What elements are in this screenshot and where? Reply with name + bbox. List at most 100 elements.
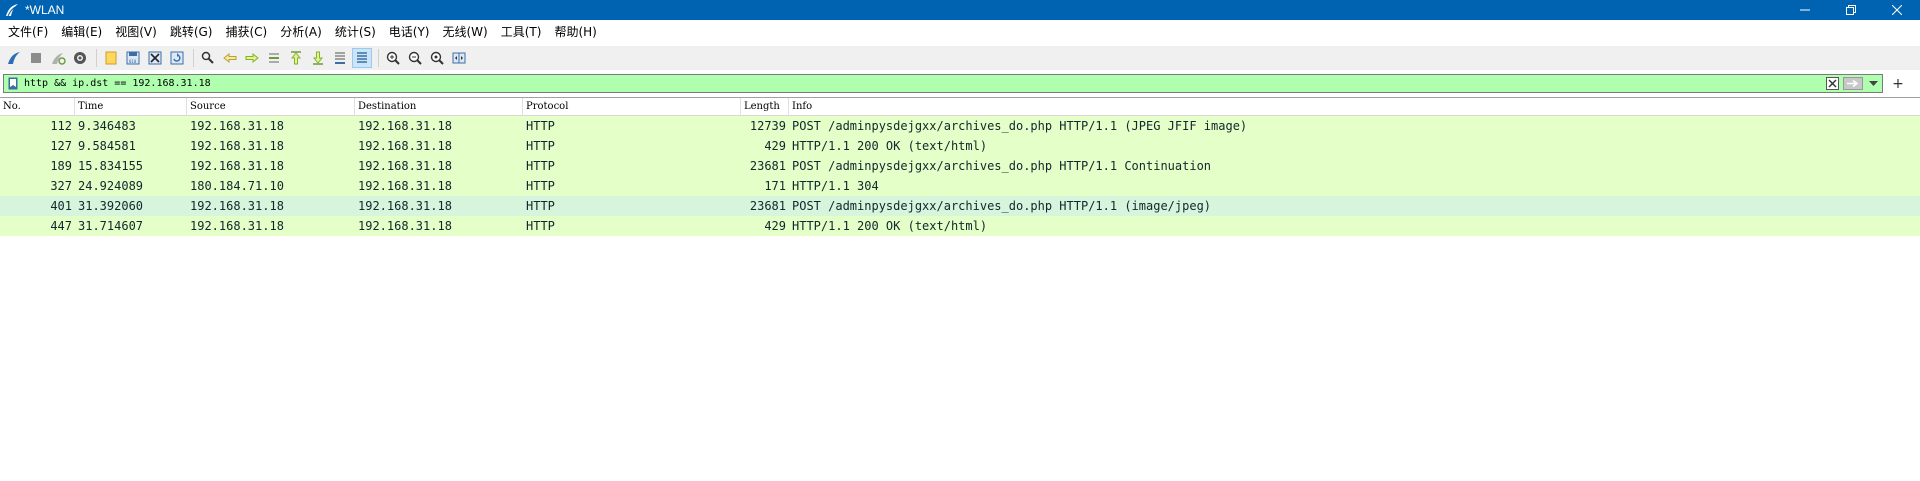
stop-square-icon[interactable] <box>26 48 46 68</box>
packet-row[interactable]: 447 31.714607 192.168.31.18 192.168.31.1… <box>0 216 1920 236</box>
colorize-icon[interactable] <box>352 48 372 68</box>
menu-analyze[interactable]: 分析(A) <box>275 23 327 40</box>
minimize-button[interactable] <box>1782 0 1828 20</box>
wireshark-logo-icon <box>5 3 19 17</box>
menu-edit[interactable]: 编辑(E) <box>56 23 107 40</box>
packet-destination: 192.168.31.18 <box>358 119 452 133</box>
toolbar-separator <box>193 49 194 67</box>
title-bar: *WLAN <box>0 0 1920 20</box>
packet-time: 31.714607 <box>78 219 144 233</box>
packet-row[interactable]: 189 15.834155 192.168.31.18 192.168.31.1… <box>0 156 1920 176</box>
restart-fin-icon[interactable] <box>48 48 68 68</box>
packet-info: HTTP/1.1 200 OK (text/html) <box>792 139 988 153</box>
packet-no: 401 <box>50 199 72 213</box>
go-back-icon[interactable] <box>220 48 240 68</box>
column-header-destination[interactable]: Destination <box>355 98 523 116</box>
column-header-length[interactable]: Length <box>741 98 789 116</box>
restore-button[interactable] <box>1828 0 1874 20</box>
filter-expression[interactable]: http && ip.dst == 192.168.31.18 <box>24 78 1824 89</box>
menu-view[interactable]: 视图(V) <box>110 23 162 40</box>
resize-columns-icon[interactable] <box>449 48 469 68</box>
packet-length: 23681 <box>749 199 786 213</box>
packet-length: 429 <box>764 139 786 153</box>
go-last-icon[interactable] <box>308 48 328 68</box>
packet-list: No. Time Source Destination Protocol Len… <box>0 97 1920 481</box>
packet-no: 189 <box>50 159 72 173</box>
packet-source: 192.168.31.18 <box>190 139 284 153</box>
packet-time: 24.924089 <box>78 179 144 193</box>
packet-destination: 192.168.31.18 <box>358 179 452 193</box>
packet-length: 23681 <box>749 159 786 173</box>
packet-protocol: HTTP <box>526 119 555 133</box>
toolbar-separator <box>378 49 379 67</box>
menu-help[interactable]: 帮助(H) <box>549 23 601 40</box>
packet-info: HTTP/1.1 304 <box>792 179 879 193</box>
display-filter-input[interactable]: http && ip.dst == 192.168.31.18 <box>3 74 1883 93</box>
packet-row[interactable]: 112 9.346483 192.168.31.18 192.168.31.18… <box>0 116 1920 136</box>
zoom-in-icon[interactable] <box>383 48 403 68</box>
find-packet-icon[interactable] <box>198 48 218 68</box>
menu-tools[interactable]: 工具(T) <box>496 23 547 40</box>
shark-fin-start-icon[interactable] <box>4 48 24 68</box>
menu-statistics[interactable]: 统计(S) <box>330 23 381 40</box>
packet-length: 171 <box>764 179 786 193</box>
go-first-icon[interactable] <box>286 48 306 68</box>
capture-options-icon[interactable] <box>70 48 90 68</box>
packet-destination: 192.168.31.18 <box>358 139 452 153</box>
packet-protocol: HTTP <box>526 219 555 233</box>
packet-row[interactable]: 327 24.924089 180.184.71.10 192.168.31.1… <box>0 176 1920 196</box>
bookmark-icon[interactable] <box>6 76 20 91</box>
menu-bar: 文件(F) 编辑(E) 视图(V) 跳转(G) 捕获(C) 分析(A) 统计(S… <box>0 20 1920 42</box>
column-header-no[interactable]: No. <box>0 98 75 116</box>
packet-source: 192.168.31.18 <box>190 199 284 213</box>
close-button[interactable] <box>1874 0 1920 20</box>
zoom-normal-icon[interactable] <box>427 48 447 68</box>
menu-telephony[interactable]: 电话(Y) <box>384 23 435 40</box>
column-header-protocol[interactable]: Protocol <box>523 98 741 116</box>
packet-time: 31.392060 <box>78 199 144 213</box>
column-header-time[interactable]: Time <box>75 98 187 116</box>
packet-no: 127 <box>50 139 72 153</box>
packet-info: POST /adminpysdejgxx/archives_do.php HTT… <box>792 199 1212 213</box>
auto-scroll-icon[interactable] <box>330 48 350 68</box>
packet-time: 9.584581 <box>78 139 136 153</box>
zoom-out-icon[interactable] <box>405 48 425 68</box>
chevron-down-icon[interactable] <box>1866 76 1880 91</box>
packet-length: 12739 <box>749 119 786 133</box>
packet-protocol: HTTP <box>526 139 555 153</box>
packet-row[interactable]: 401 31.392060 192.168.31.18 192.168.31.1… <box>0 196 1920 216</box>
apply-filter-arrow-icon[interactable] <box>1842 76 1864 91</box>
packet-source: 192.168.31.18 <box>190 159 284 173</box>
column-header-source[interactable]: Source <box>187 98 355 116</box>
column-header-info[interactable]: Info <box>789 98 1920 116</box>
menu-go[interactable]: 跳转(G) <box>165 23 218 40</box>
packet-destination: 192.168.31.18 <box>358 159 452 173</box>
menu-file[interactable]: 文件(F) <box>3 23 53 40</box>
packet-source: 192.168.31.18 <box>190 219 284 233</box>
packet-protocol: HTTP <box>526 179 555 193</box>
packet-info: HTTP/1.1 200 OK (text/html) <box>792 219 988 233</box>
packet-list-header: No. Time Source Destination Protocol Len… <box>0 98 1920 116</box>
packet-source: 180.184.71.10 <box>190 179 284 193</box>
packet-destination: 192.168.31.18 <box>358 219 452 233</box>
clear-filter-icon[interactable] <box>1824 76 1840 91</box>
reload-icon[interactable] <box>167 48 187 68</box>
go-forward-icon[interactable] <box>242 48 262 68</box>
add-filter-button[interactable]: + <box>1888 74 1908 93</box>
open-file-icon[interactable] <box>101 48 121 68</box>
packet-no: 447 <box>50 219 72 233</box>
packet-length: 429 <box>764 219 786 233</box>
close-file-icon[interactable] <box>145 48 165 68</box>
go-to-packet-icon[interactable] <box>264 48 284 68</box>
packet-info: POST /adminpysdejgxx/archives_do.php HTT… <box>792 119 1248 133</box>
main-toolbar: 010 <box>0 46 1920 70</box>
svg-text:010: 010 <box>129 59 137 64</box>
menu-wireless[interactable]: 无线(W) <box>438 23 493 40</box>
packet-destination: 192.168.31.18 <box>358 199 452 213</box>
save-file-icon[interactable]: 010 <box>123 48 143 68</box>
packet-time: 9.346483 <box>78 119 136 133</box>
packet-row[interactable]: 127 9.584581 192.168.31.18 192.168.31.18… <box>0 136 1920 156</box>
packet-source: 192.168.31.18 <box>190 119 284 133</box>
menu-capture[interactable]: 捕获(C) <box>220 23 272 40</box>
packet-no: 112 <box>50 119 72 133</box>
